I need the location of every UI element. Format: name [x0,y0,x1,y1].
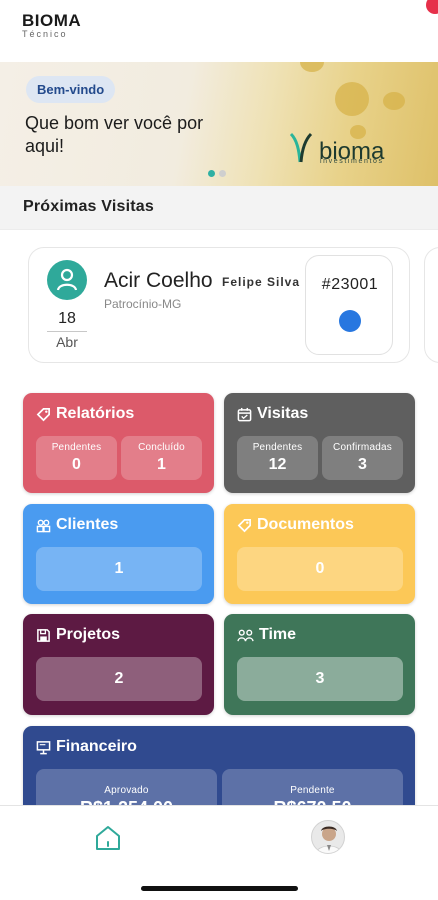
users-icon [36,519,51,532]
bioma-logo: bioma investimentos [287,132,384,165]
bottom-navigation [0,805,438,900]
visits-pending-value: 12 [268,456,287,473]
reports-title: Relatórios [36,405,134,423]
app-header: BIOMA Técnico [0,0,438,62]
reports-pending-value: 0 [72,456,81,473]
team-title: Time [237,626,296,644]
finance-approved-label: Aprovado [104,785,149,796]
reports-done-value: 1 [157,456,166,473]
clients-card[interactable]: Clientes 1 [23,504,214,604]
visits-confirmed[interactable]: Confirmadas 3 [322,436,403,480]
presentation-icon [36,740,51,754]
tag-icon [36,407,50,421]
reports-pending[interactable]: Pendentes 0 [36,436,117,480]
visit-id: #23001 [321,276,379,293]
visit-card[interactable]: 18 Abr Acir Coelho Felipe Silva Patrocín… [28,247,410,363]
finance-pending-label: Pendente [290,785,335,796]
notification-dot[interactable] [426,0,438,14]
brand-name: BIOMA [22,11,82,30]
finance-card[interactable]: Financeiro Aprovado R$1.254,00 Pendente … [23,726,415,816]
projects-label: Projetos [56,626,121,643]
welcome-greeting: Que bom ver você por aqui! [25,113,204,156]
team-icon [237,629,254,641]
clients-label: Clientes [56,516,119,533]
visit-month: Abr [56,334,78,350]
visit-day: 18 [58,310,76,327]
profile-photo-icon [315,826,343,853]
brand-subtitle: Técnico [22,29,68,39]
profile-avatar[interactable] [311,820,345,854]
upcoming-visits-header: Próximas Visitas [0,186,438,230]
home-icon[interactable] [93,823,123,853]
clients-count[interactable]: 1 [36,547,202,591]
technician-name: Felipe Silva [222,275,301,289]
team-label: Time [259,626,297,643]
visit-status-dot [339,310,361,332]
client-avatar [47,260,87,300]
reports-done-label: Concluído [138,442,185,453]
reports-card[interactable]: Relatórios Pendentes 0 Concluído 1 [23,393,214,493]
carousel-dot-active[interactable] [208,170,215,177]
brand-logo: BIOMA Técnico [22,11,82,40]
visits-label: Visitas [257,405,309,422]
banner-decoration [300,62,324,72]
team-card[interactable]: Time 3 [224,614,415,715]
banner-decoration [383,92,405,110]
visits-title: Visitas [237,405,308,423]
projects-card[interactable]: Projetos 2 [23,614,214,715]
documents-title: Documentos [237,516,354,534]
projects-count[interactable]: 2 [36,657,202,701]
banner-decoration [335,82,369,116]
date-divider [47,331,87,332]
bioma-leaf-icon [289,132,313,163]
client-city: Patrocínio-MG [104,297,182,311]
visits-confirmed-value: 3 [358,456,367,473]
reports-label: Relatórios [56,405,135,422]
carousel-dot[interactable] [219,170,226,177]
visits-confirmed-label: Confirmadas [333,442,392,453]
save-icon [37,628,50,642]
user-icon [56,268,78,291]
documents-label: Documentos [257,516,354,533]
client-name: Acir Coelho [104,269,213,292]
reports-pending-label: Pendentes [51,442,102,453]
reports-done[interactable]: Concluído 1 [121,436,202,480]
finance-label: Financeiro [56,738,137,755]
calendar-icon [237,407,252,421]
visit-card[interactable] [424,247,438,363]
visits-pending[interactable]: Pendentes 12 [237,436,318,480]
documents-count[interactable]: 0 [237,547,403,591]
visits-carousel[interactable]: 18 Abr Acir Coelho Felipe Silva Patrocín… [0,230,438,390]
carousel-dots[interactable] [208,170,226,177]
visits-pending-label: Pendentes [252,442,303,453]
welcome-badge: Bem-vindo [26,76,116,103]
visit-id-box[interactable]: #23001 [305,255,393,355]
visits-card[interactable]: Visitas Pendentes 12 Confirmadas 3 [224,393,415,493]
projects-title: Projetos [36,626,120,644]
finance-title: Financeiro [36,738,137,756]
home-indicator [141,886,298,891]
bioma-logo-tagline: investimentos [320,158,384,165]
documents-card[interactable]: Documentos 0 [224,504,415,604]
clients-title: Clientes [36,516,118,534]
tag-icon [237,518,251,532]
section-title: Próximas Visitas [23,198,154,215]
team-count[interactable]: 3 [237,657,403,701]
welcome-banner[interactable]: Bem-vindo Que bom ver você por aqui! bio… [0,62,438,186]
